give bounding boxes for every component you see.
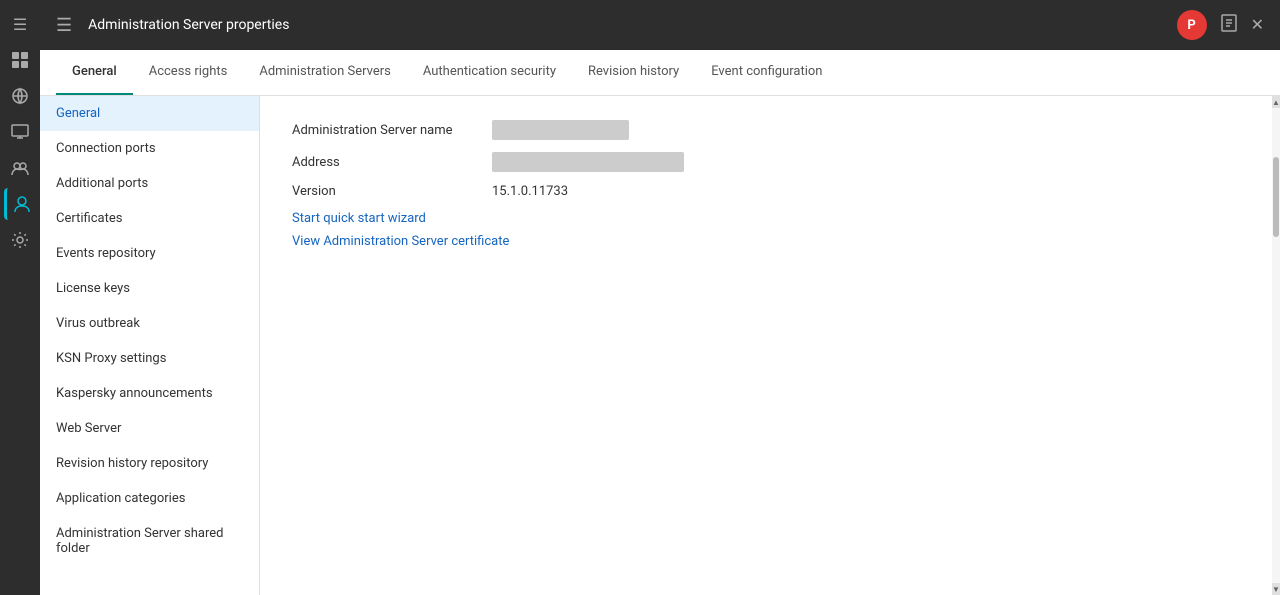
window-title: Administration Server properties (88, 17, 289, 33)
sidebar-menu-icon[interactable]: ☰ (4, 8, 36, 40)
sidebar: ☰ (0, 0, 40, 595)
nav-item-license-keys[interactable]: License keys (40, 271, 259, 306)
sidebar-dashboard-icon[interactable] (4, 44, 36, 76)
scroll-down-arrow[interactable]: ▼ (1272, 583, 1280, 595)
view-certificate-link[interactable]: View Administration Server certificate (292, 234, 1240, 249)
links-section: Start quick start wizard View Administra… (292, 211, 1240, 249)
nav-item-certificates[interactable]: Certificates (40, 201, 259, 236)
main-panel: ☰ Administration Server properties P ✕ G… (40, 0, 1280, 595)
scrollbar: ▲ ▼ (1272, 96, 1280, 595)
nav-item-ksn-proxy[interactable]: KSN Proxy settings (40, 341, 259, 376)
nav-item-events-repository[interactable]: Events repository (40, 236, 259, 271)
field-row-version: Version 15.1.0.11733 (292, 184, 1240, 199)
scrollbar-thumb[interactable] (1273, 157, 1279, 237)
user-avatar[interactable]: P (1177, 10, 1207, 40)
nav-item-additional-ports[interactable]: Additional ports (40, 166, 259, 201)
nav-item-kaspersky-announcements[interactable]: Kaspersky announcements (40, 376, 259, 411)
tab-admin-servers[interactable]: Administration Servers (243, 50, 407, 95)
bookmark-icon[interactable] (1219, 13, 1239, 38)
nav-item-app-categories[interactable]: Application categories (40, 481, 259, 516)
right-content: Administration Server name █████████████… (260, 96, 1272, 595)
hamburger-icon[interactable]: ☰ (56, 15, 72, 36)
sidebar-settings-icon[interactable] (4, 224, 36, 256)
field-value-server-name: ██████████████ (492, 120, 629, 140)
nav-item-virus-outbreak[interactable]: Virus outbreak (40, 306, 259, 341)
field-label-version: Version (292, 184, 492, 199)
sidebar-groups-icon[interactable] (4, 152, 36, 184)
title-bar: ☰ Administration Server properties P ✕ (40, 0, 1280, 50)
close-icon[interactable]: ✕ (1251, 15, 1264, 35)
field-label-address: Address (292, 155, 492, 170)
tab-auth-security[interactable]: Authentication security (407, 50, 572, 95)
nav-item-web-server[interactable]: Web Server (40, 411, 259, 446)
sidebar-users-icon[interactable] (4, 188, 36, 220)
tab-access-rights[interactable]: Access rights (133, 50, 244, 95)
nav-item-connection-ports[interactable]: Connection ports (40, 131, 259, 166)
field-value-version: 15.1.0.11733 (492, 184, 568, 199)
content-area: General Connection ports Additional port… (40, 96, 1280, 595)
quick-start-wizard-link[interactable]: Start quick start wizard (292, 211, 1240, 226)
sidebar-network-icon[interactable] (4, 80, 36, 112)
tab-revision-history[interactable]: Revision history (572, 50, 695, 95)
field-row-address: Address ████████████████████ (292, 152, 1240, 172)
tab-general[interactable]: General (56, 50, 133, 95)
tab-event-config[interactable]: Event configuration (695, 50, 838, 95)
field-label-server-name: Administration Server name (292, 123, 492, 138)
sidebar-monitor-icon[interactable] (4, 116, 36, 148)
nav-item-revision-history-repo[interactable]: Revision history repository (40, 446, 259, 481)
field-row-server-name: Administration Server name █████████████… (292, 120, 1240, 140)
tabs-bar: General Access rights Administration Ser… (40, 50, 1280, 96)
nav-item-general[interactable]: General (40, 96, 259, 131)
nav-item-admin-shared-folder[interactable]: Administration Server shared folder (40, 516, 259, 566)
field-value-address: ████████████████████ (492, 152, 684, 172)
left-nav: General Connection ports Additional port… (40, 96, 260, 595)
scroll-up-arrow[interactable]: ▲ (1272, 96, 1280, 108)
title-actions: P ✕ (1177, 10, 1264, 40)
